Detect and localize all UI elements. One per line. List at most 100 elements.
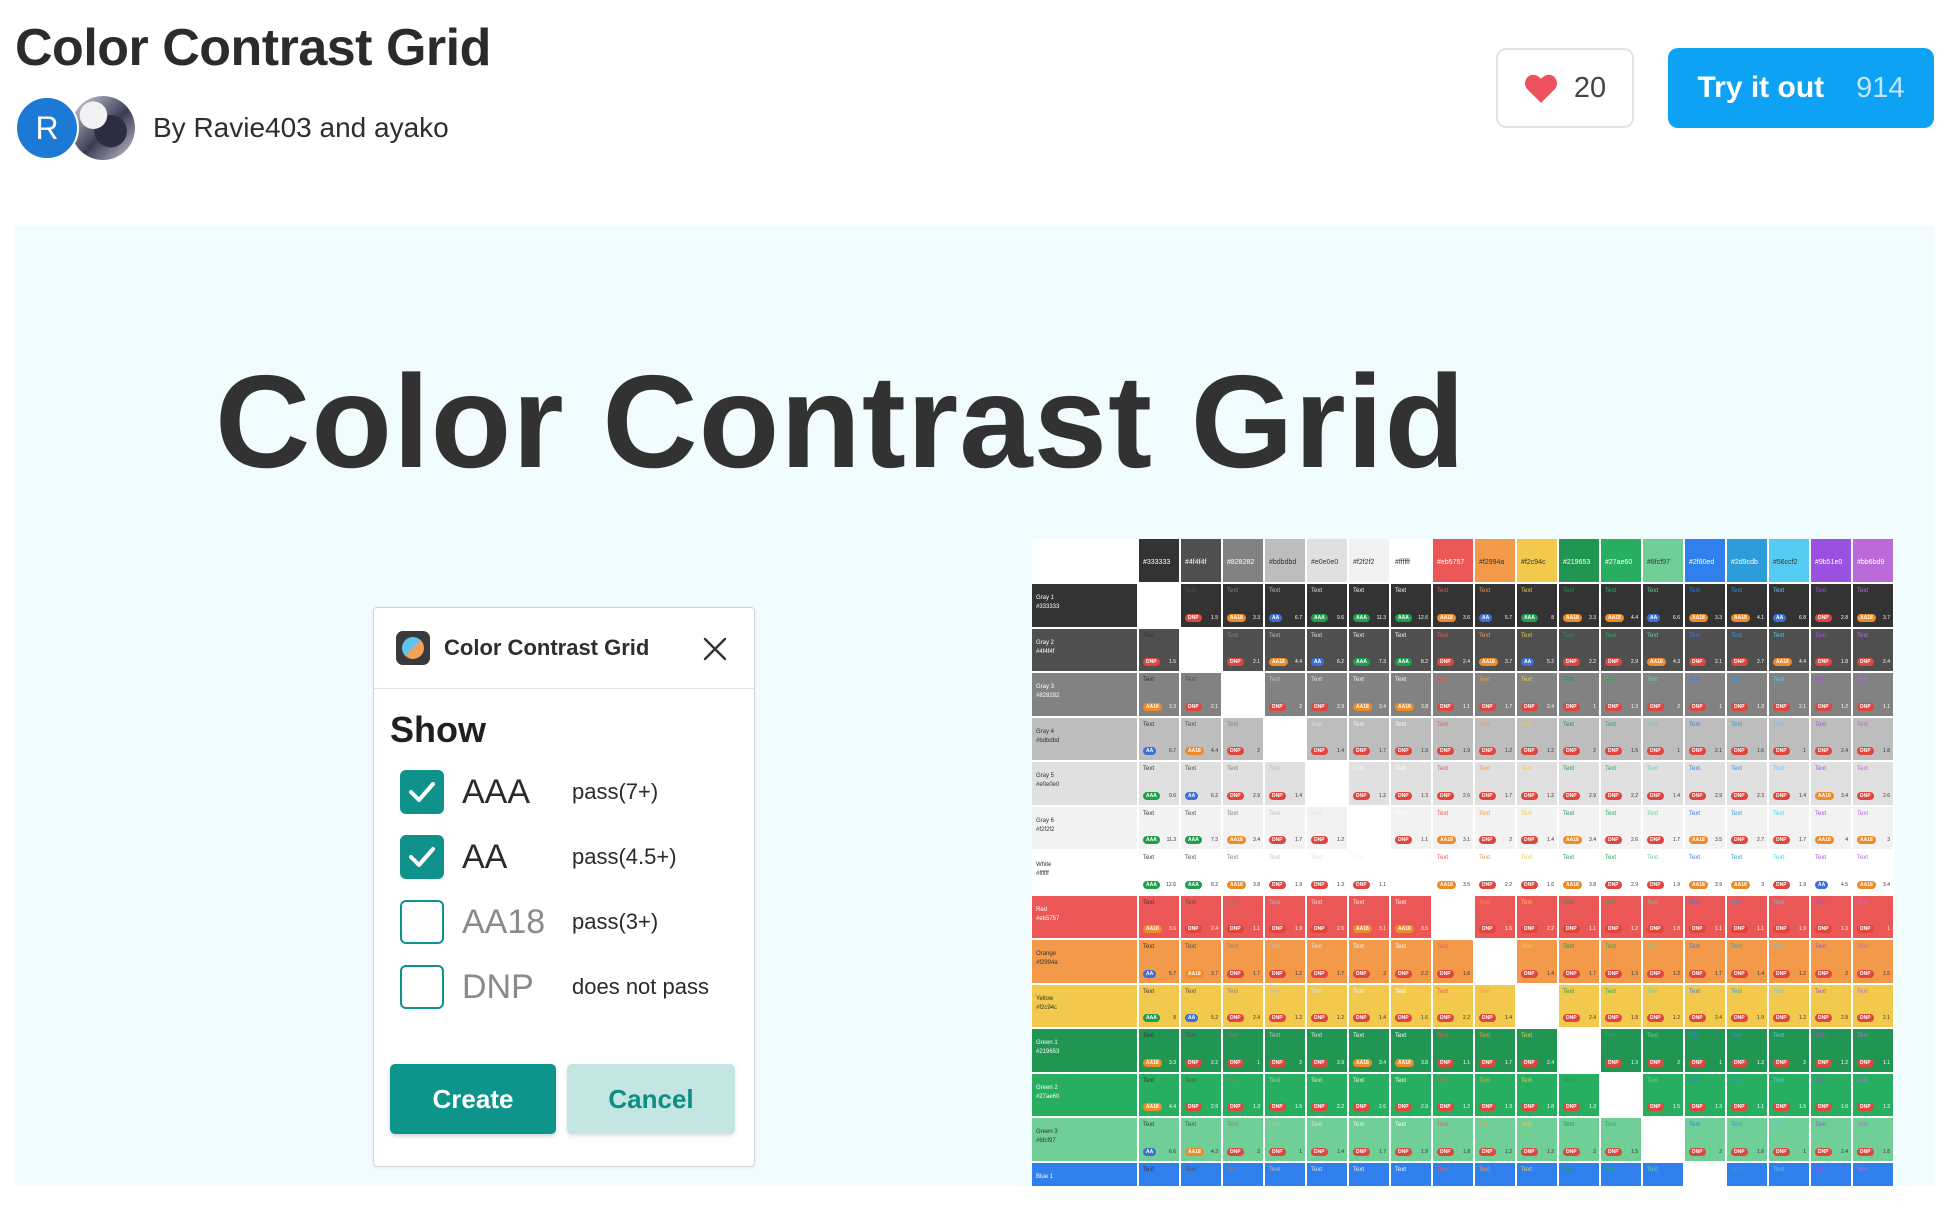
column-hex-label: #2d9cdb bbox=[1731, 559, 1758, 566]
cell-level-badge: AA bbox=[1143, 969, 1157, 978]
try-it-out-button[interactable]: Try it out 914 bbox=[1668, 48, 1934, 128]
cell-sample-text: Text bbox=[1563, 766, 1575, 772]
aa-checkbox[interactable] bbox=[400, 835, 444, 879]
grid-cell: Text AA 6.7 bbox=[1265, 584, 1305, 627]
grid-cell: Text DNP 1.2 bbox=[1727, 1029, 1767, 1072]
grid-cell: Text DNP 1 bbox=[1223, 1029, 1263, 1072]
close-icon[interactable] bbox=[702, 636, 728, 662]
cell-sample-text: Text bbox=[1143, 1122, 1155, 1128]
create-button[interactable]: Create bbox=[390, 1064, 556, 1134]
cell-level-badge: DNP bbox=[1395, 969, 1412, 978]
cell-sample-text: Text bbox=[1479, 899, 1491, 906]
cell-level-badge: DNP bbox=[1353, 747, 1370, 755]
cell-level-badge: DNP bbox=[1857, 791, 1874, 800]
grid-cell: Text AA18 3.8 bbox=[1391, 673, 1431, 716]
cell-level-badge: AA18 bbox=[1857, 880, 1876, 889]
grid-cell: Text DNP 1.2 bbox=[1643, 984, 1683, 1027]
grid-cell: Text DNP 1 bbox=[1685, 1029, 1725, 1072]
cell-ratio: 1.2 bbox=[1757, 1059, 1764, 1066]
like-button[interactable]: 20 bbox=[1496, 48, 1634, 128]
cell-sample-text: Text bbox=[1311, 721, 1323, 728]
cell-sample-text: Text bbox=[1269, 632, 1281, 639]
avatar-ravie403[interactable]: R bbox=[15, 96, 79, 160]
cell-sample-text: Text bbox=[1479, 988, 1491, 995]
option-dnp[interactable]: DNP does not pass bbox=[400, 963, 740, 1011]
grid-row-header: Blue 1 bbox=[1032, 1162, 1137, 1186]
avatar-ayako[interactable] bbox=[71, 96, 135, 160]
cell-level-badge: DNP bbox=[1647, 969, 1664, 978]
cell-ratio: 1.4 bbox=[1337, 748, 1344, 754]
aaa-checkbox[interactable] bbox=[400, 770, 444, 814]
grid-cell: Text AA 6.2 bbox=[1181, 762, 1221, 805]
cell-level-badge: AA18 bbox=[1689, 880, 1708, 889]
cell-level-badge: DNP bbox=[1479, 747, 1496, 755]
cell-level-badge: DNP bbox=[1647, 836, 1664, 844]
cell-sample-text: Text bbox=[1815, 810, 1827, 817]
grid-cell: Text DNP 1.9 bbox=[1769, 851, 1809, 894]
cell-ratio: 2.2 bbox=[1589, 659, 1596, 665]
cell-sample-text: Text bbox=[1731, 810, 1743, 817]
cell-ratio: 2.9 bbox=[1715, 792, 1722, 799]
cell-level-badge: DNP bbox=[1269, 1147, 1286, 1156]
cell-sample-text: Text bbox=[1857, 721, 1869, 728]
cell-sample-text: Text bbox=[1563, 988, 1575, 995]
cell-ratio: 1.1 bbox=[1883, 703, 1890, 710]
cell-level-badge: DNP bbox=[1731, 925, 1748, 933]
cell-ratio: 1.7 bbox=[1715, 970, 1722, 977]
grid-cell: Text DNP 1.8 bbox=[1643, 895, 1683, 938]
cell-sample-text: Text bbox=[1689, 1077, 1701, 1084]
option-aa18[interactable]: AA18 pass(3+) bbox=[400, 898, 740, 946]
grid-cell: Text DNP 1.1 bbox=[1853, 1029, 1893, 1072]
cell-ratio: 1.2 bbox=[1505, 748, 1512, 754]
grid-cell-self bbox=[1601, 1073, 1641, 1116]
cell-ratio: 1.4 bbox=[1799, 792, 1806, 799]
cell-level-badge: AAA bbox=[1395, 613, 1412, 622]
cell-level-badge: DNP bbox=[1773, 702, 1790, 711]
dnp-checkbox[interactable] bbox=[400, 965, 444, 1009]
cell-ratio: 5.7 bbox=[1505, 614, 1512, 621]
grid-cell: Text DNP 1.1 bbox=[1433, 673, 1473, 716]
cell-level-badge: DNP bbox=[1773, 880, 1790, 889]
grid-cell: Text DNP 1.8 bbox=[1517, 1073, 1557, 1116]
grid-row-header: White #ffffff bbox=[1032, 851, 1137, 894]
cell-ratio: 1.4 bbox=[1673, 792, 1680, 799]
cell-sample-text: Text bbox=[1353, 766, 1365, 772]
cell-ratio: 1.9 bbox=[1757, 1015, 1764, 1021]
column-hex-label: #f2f2f2 bbox=[1353, 559, 1375, 566]
grid-column-header: #f2c94c bbox=[1517, 539, 1557, 582]
cancel-button[interactable]: Cancel bbox=[567, 1064, 735, 1134]
cell-level-badge: DNP bbox=[1311, 880, 1328, 889]
grid-cell: Text DNP 1.8 bbox=[1601, 984, 1641, 1027]
grid-cell: Text DNP 1.7 bbox=[1559, 940, 1599, 983]
grid-cell: Text DNP 1.5 bbox=[1601, 717, 1641, 760]
option-aa[interactable]: AA pass(4.5+) bbox=[400, 833, 740, 881]
grid-cell: Text DNP 1.8 bbox=[1433, 1118, 1473, 1161]
cell-level-badge: DNP bbox=[1269, 702, 1286, 711]
cell-level-badge: DNP bbox=[1647, 791, 1664, 800]
grid-cell: Text AA 6.8 bbox=[1769, 584, 1809, 627]
grid-column-header: #9b51e0 bbox=[1811, 539, 1851, 582]
option-aaa[interactable]: AAA pass(7+) bbox=[400, 768, 740, 816]
grid-cell: Text DNP 1.2 bbox=[1307, 806, 1347, 849]
grid-cell: Text DNP 2 bbox=[1349, 940, 1389, 983]
cell-level-badge: AA18 bbox=[1395, 1058, 1414, 1067]
cell-level-badge: AA18 bbox=[1815, 791, 1834, 800]
grid-cell-self bbox=[1391, 851, 1431, 894]
cell-sample-text: Text bbox=[1773, 988, 1785, 995]
cell-ratio: 1.7 bbox=[1295, 837, 1302, 843]
cell-level-badge: DNP bbox=[1479, 1014, 1496, 1022]
cell-sample-text: Text bbox=[1227, 810, 1239, 817]
cell-sample-text: Text bbox=[1311, 588, 1323, 594]
grid-cell: Text DNP 2.6 bbox=[1307, 895, 1347, 938]
cell-ratio: 1.4 bbox=[1379, 1015, 1386, 1021]
try-it-out-label: Try it out bbox=[1697, 71, 1825, 104]
grid-cell: Text AA 6.2 bbox=[1307, 628, 1347, 671]
grid-cell: Text DNP 1.1 bbox=[1349, 851, 1389, 894]
grid-cell: Text DNP 1.6 bbox=[1433, 940, 1473, 983]
cell-sample-text: Text bbox=[1731, 677, 1743, 683]
cell-ratio: 3.8 bbox=[1589, 881, 1596, 888]
cell-ratio: 5.2 bbox=[1547, 659, 1554, 665]
cell-level-badge: DNP bbox=[1605, 1058, 1622, 1067]
aa18-checkbox[interactable] bbox=[400, 900, 444, 944]
grid-cell: Text DNP 1.8 bbox=[1853, 717, 1893, 760]
